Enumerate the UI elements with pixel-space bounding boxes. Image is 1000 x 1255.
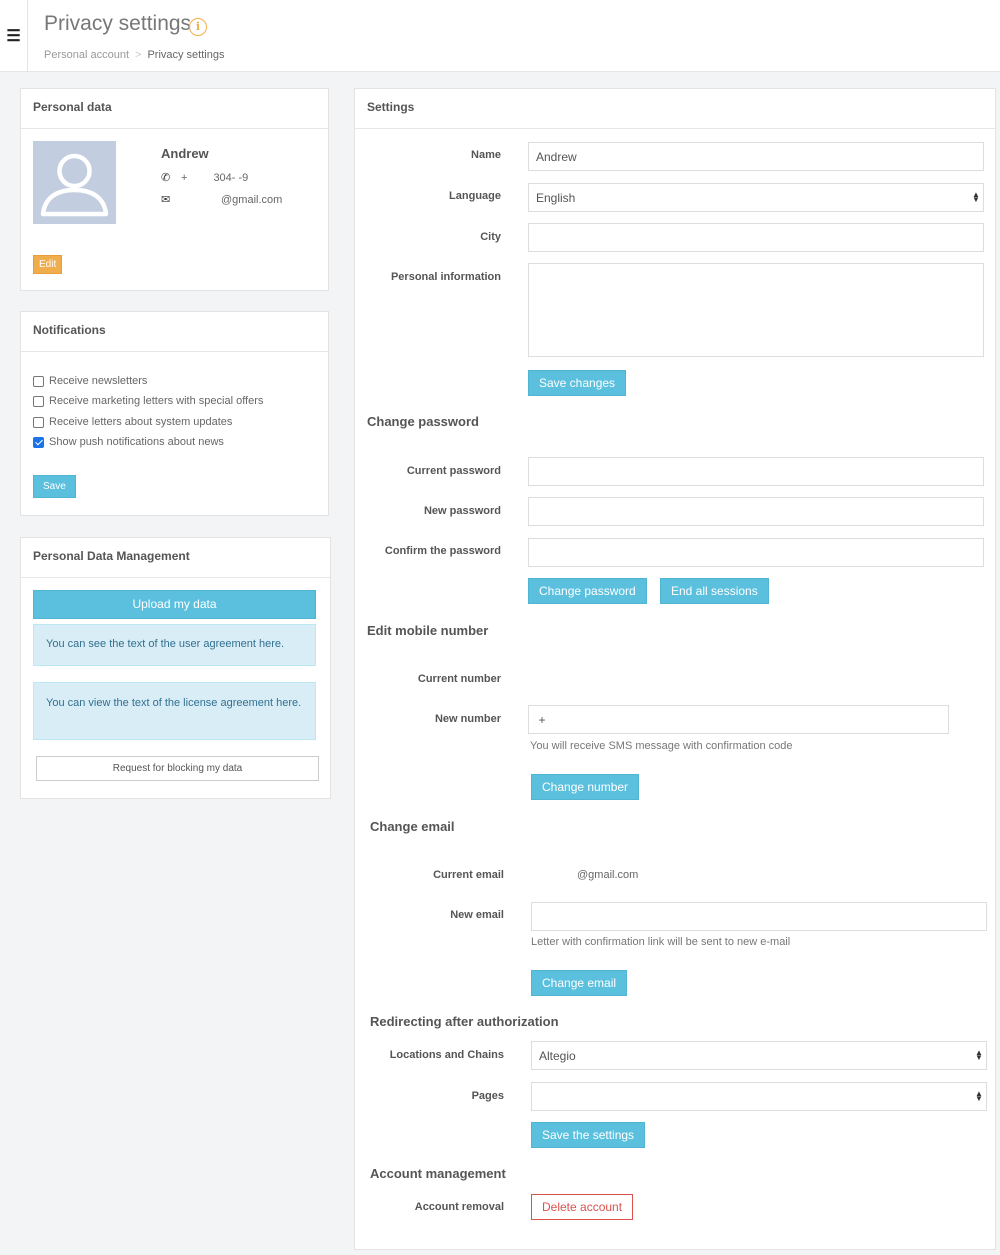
- delete-account-button[interactable]: Delete account: [531, 1194, 634, 1220]
- page-title: Privacy settings: [44, 12, 192, 35]
- top-bar: ☰ Privacy settings i Personal account > Pr…: [0, 0, 1000, 72]
- email-value: @gmail.com: [221, 194, 283, 206]
- name-label: Name: [471, 149, 501, 161]
- user-email: ✉ @gmail.com: [161, 193, 282, 206]
- breadcrumb-current: Privacy settings: [147, 49, 225, 61]
- change-email-button[interactable]: Change email: [531, 970, 628, 996]
- edit-button[interactable]: Edit: [33, 255, 63, 274]
- checkbox-label: Receive marketing letters with special o…: [49, 395, 264, 407]
- push-news-checkbox[interactable]: [33, 436, 44, 448]
- checkbox-label: Receive newsletters: [49, 375, 148, 387]
- notification-system-updates[interactable]: Receive letters about system updates: [33, 416, 232, 428]
- new-number-input[interactable]: [555, 705, 949, 734]
- pages-select[interactable]: ▲ ▼: [531, 1082, 987, 1111]
- newsletters-checkbox[interactable]: [33, 375, 44, 387]
- name-input[interactable]: Andrew: [528, 142, 984, 171]
- notification-push-news[interactable]: Show push notifications about news: [33, 436, 224, 448]
- settings-card: Settings Name Andrew Language English ▲ ▼…: [354, 88, 996, 1250]
- change-password-button[interactable]: Change password: [528, 578, 647, 604]
- phone-prefix: +: [181, 172, 188, 184]
- locations-value: Altegio: [539, 1049, 576, 1063]
- notifications-title: Notifications: [21, 312, 328, 352]
- menu-icon[interactable]: ☰: [0, 0, 28, 72]
- user-phone: ✆ +304- -9: [161, 171, 248, 184]
- upload-my-data-button[interactable]: Upload my data: [33, 590, 316, 619]
- language-select[interactable]: English ▲ ▼: [528, 183, 984, 212]
- breadcrumb: Personal account > Privacy settings: [44, 49, 224, 61]
- pdm-title: Personal Data Management: [21, 538, 330, 578]
- select-arrows-icon: ▲ ▼: [972, 190, 980, 204]
- info-icon[interactable]: i: [189, 18, 207, 36]
- change-password-title: Change password: [367, 414, 479, 429]
- pages-label: Pages: [471, 1090, 504, 1102]
- confirm-password-label: Confirm the password: [384, 545, 501, 557]
- new-password-label: New password: [423, 505, 501, 517]
- notification-newsletters[interactable]: Receive newsletters: [33, 375, 147, 387]
- user-name: Andrew: [161, 146, 209, 161]
- user-silhouette-icon: [40, 153, 109, 217]
- personal-data-title: Personal data: [21, 89, 328, 129]
- language-value: English: [536, 191, 576, 205]
- sms-help-text: You will receive SMS message with confir…: [530, 740, 793, 752]
- current-password-input[interactable]: [528, 457, 984, 486]
- phone-value: 304- -9: [213, 172, 249, 184]
- license-agreement-alert[interactable]: You can view the text of the license agr…: [33, 682, 316, 740]
- checkbox-label: Show push notifications about news: [49, 436, 224, 448]
- save-changes-button[interactable]: Save changes: [528, 370, 627, 396]
- breadcrumb-separator: >: [135, 49, 142, 61]
- email-help-text: Letter with confirmation link will be se…: [531, 936, 791, 948]
- phone-icon: ✆: [161, 172, 171, 184]
- select-arrows-icon: ▲ ▼: [975, 1089, 983, 1103]
- city-label: City: [480, 231, 501, 243]
- current-password-label: Current password: [406, 465, 501, 477]
- locations-and-chains-label: Locations and Chains: [389, 1049, 504, 1061]
- new-email-input[interactable]: [531, 902, 987, 931]
- confirm-password-input[interactable]: [528, 538, 984, 567]
- select-arrows-icon: ▲ ▼: [975, 1048, 983, 1062]
- user-agreement-alert[interactable]: You can see the text of the user agreeme…: [33, 624, 316, 666]
- city-input[interactable]: [528, 223, 984, 252]
- current-email-value: @gmail.com: [577, 869, 639, 881]
- personal-information-label: Personal information: [390, 271, 501, 283]
- change-number-button[interactable]: Change number: [531, 774, 640, 800]
- personal-data-management-card: Personal Data Management Upload my data …: [20, 537, 331, 799]
- settings-title: Settings: [355, 89, 995, 129]
- envelope-icon: ✉: [161, 194, 171, 206]
- new-password-input[interactable]: [528, 497, 984, 526]
- redirecting-title: Redirecting after authorization: [370, 1014, 559, 1029]
- new-number-label: New number: [434, 713, 501, 725]
- save-notifications-button[interactable]: Save: [33, 475, 76, 498]
- new-email-label: New email: [450, 909, 504, 921]
- current-email-label: Current email: [433, 869, 504, 881]
- notifications-card: Notifications Receive newsletters Receiv…: [20, 311, 329, 516]
- marketing-checkbox[interactable]: [33, 395, 44, 407]
- locations-select[interactable]: Altegio ▲ ▼: [531, 1041, 987, 1070]
- account-management-title: Account management: [370, 1166, 506, 1181]
- save-the-settings-button[interactable]: Save the settings: [531, 1122, 646, 1148]
- personal-data-card: Personal data Andrew ✆ +304- -9 ✉ @gmail.c…: [20, 88, 329, 291]
- request-blocking-button[interactable]: Request for blocking my data: [36, 756, 319, 781]
- checkbox-label: Receive letters about system updates: [49, 416, 233, 428]
- avatar: [33, 141, 116, 224]
- system-updates-checkbox[interactable]: [33, 416, 44, 428]
- account-removal-label: Account removal: [414, 1201, 504, 1213]
- phone-prefix-addon: +: [528, 705, 556, 734]
- end-all-sessions-button[interactable]: End all sessions: [660, 578, 769, 604]
- edit-mobile-number-title: Edit mobile number: [367, 623, 489, 638]
- notification-marketing[interactable]: Receive marketing letters with special o…: [33, 395, 263, 407]
- current-number-label: Current number: [417, 673, 501, 685]
- breadcrumb-personal-account[interactable]: Personal account: [44, 49, 129, 61]
- language-label: Language: [449, 190, 501, 202]
- personal-information-textarea[interactable]: [528, 263, 984, 357]
- change-email-title: Change email: [370, 819, 455, 834]
